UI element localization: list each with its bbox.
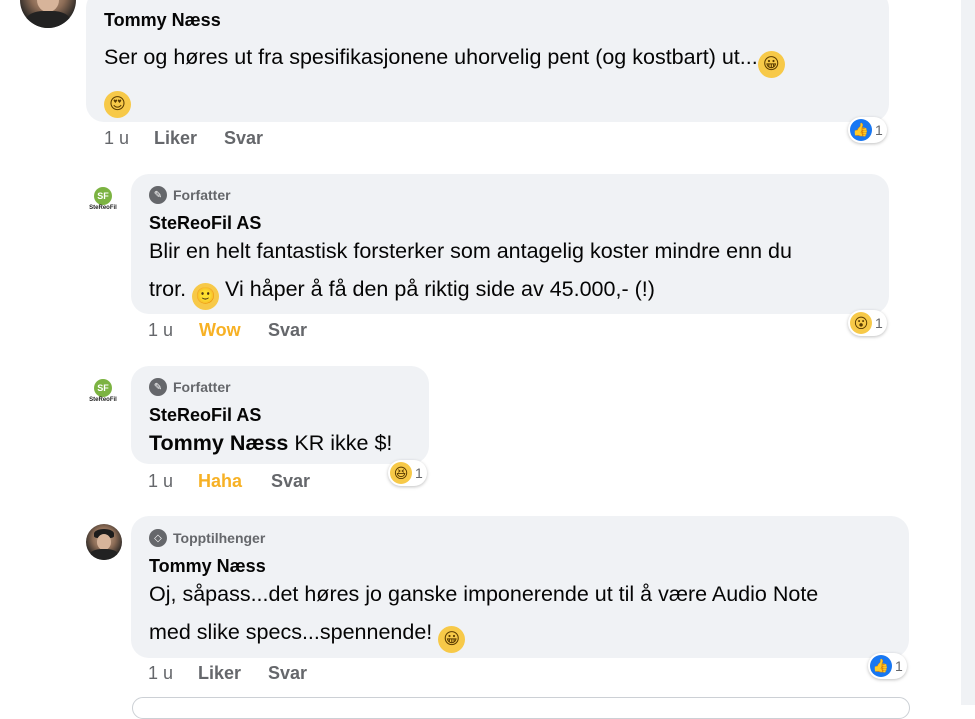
reaction-button[interactable]: Haha	[198, 471, 242, 492]
page-edge-strip	[961, 0, 975, 705]
reply-button[interactable]: Svar	[268, 320, 307, 341]
reaction-summary[interactable]: 😮 1	[848, 310, 887, 336]
avatar[interactable]	[86, 524, 122, 560]
pencil-icon: ✎	[149, 378, 167, 396]
like-icon: 👍	[850, 119, 872, 141]
logo-text: SteReoFil	[89, 397, 117, 403]
reaction-count: 1	[415, 465, 423, 481]
comment-text-line: tror. 🙂 Vi håper å få den på riktig side…	[149, 270, 655, 310]
reaction-count: 1	[875, 122, 883, 138]
comment-time[interactable]: 1 u	[148, 663, 173, 684]
author-badge: ✎ Forfatter	[149, 378, 231, 396]
mention-link[interactable]: Tommy Næss	[149, 431, 288, 455]
comment-bubble: Tommy Næss Ser og høres ut fra spesifika…	[86, 0, 889, 122]
badge-label: Topptilhenger	[173, 530, 266, 546]
comment-author[interactable]: Tommy Næss	[104, 10, 221, 31]
comment-text-line: Ser og høres ut fra spesifikasjonene uho…	[104, 45, 758, 69]
author-badge: ✎ Forfatter	[149, 186, 231, 204]
comment-text-fragment: Vi håper å få den på riktig side av 45.0…	[225, 277, 655, 301]
reply-input-box[interactable]	[132, 697, 910, 719]
stereofil-logo-icon: SF	[94, 379, 112, 397]
comment-text-line2: 😍	[104, 78, 131, 118]
badge-label: Forfatter	[173, 187, 231, 203]
reaction-button[interactable]: Wow	[199, 320, 241, 341]
avatar[interactable]	[20, 0, 76, 28]
comment-time[interactable]: 1 u	[148, 471, 173, 492]
avatar[interactable]: SF SteReoFil	[86, 183, 120, 217]
grinning-emoji-icon: 😀	[438, 626, 466, 653]
wow-icon: 😮	[850, 312, 872, 334]
author-badge: ◇ Topptilhenger	[149, 529, 265, 547]
comment-bubble: ✎ Forfatter SteReoFil AS Tommy Næss KR i…	[131, 366, 429, 464]
diamond-icon: ◇	[149, 529, 167, 547]
haha-icon: 😆	[390, 462, 412, 484]
comment-text-fragment: med slike specs...spennende!	[149, 620, 433, 644]
reaction-summary[interactable]: 👍 1	[848, 117, 887, 143]
comment-author[interactable]: SteReoFil AS	[149, 405, 261, 426]
comment-text-line: Blir en helt fantastisk forsterker som a…	[149, 239, 792, 263]
comment-bubble: ◇ Topptilhenger Tommy Næss Oj, såpass...…	[131, 516, 909, 658]
reaction-count: 1	[875, 315, 883, 331]
comment-author[interactable]: Tommy Næss	[149, 556, 266, 577]
comment-author[interactable]: SteReoFil AS	[149, 213, 261, 234]
comment-text-fragment: tror.	[149, 277, 187, 301]
like-icon: 👍	[870, 655, 892, 677]
avatar[interactable]: SF SteReoFil	[86, 375, 120, 409]
reply-button[interactable]: Svar	[268, 663, 307, 684]
pencil-icon: ✎	[149, 186, 167, 204]
comment-time[interactable]: 1 u	[148, 320, 173, 341]
reaction-summary[interactable]: 👍 1	[868, 653, 907, 679]
stereofil-logo-icon: SF	[94, 187, 112, 205]
reaction-summary[interactable]: 😆 1	[388, 460, 427, 486]
heart-eyes-emoji-icon: 😍	[104, 91, 131, 118]
like-button[interactable]: Liker	[154, 128, 197, 149]
comment-time[interactable]: 1 u	[104, 128, 129, 149]
reaction-count: 1	[895, 658, 903, 674]
badge-label: Forfatter	[173, 379, 231, 395]
comment-text-line: med slike specs...spennende! 😀	[149, 613, 466, 653]
comment-text: Ser og høres ut fra spesifikasjonene uho…	[104, 38, 785, 78]
reply-button[interactable]: Svar	[271, 471, 310, 492]
comment-text: Tommy Næss KR ikke $!	[149, 424, 392, 462]
comment-text-fragment: KR ikke $!	[294, 431, 393, 455]
reply-button[interactable]: Svar	[224, 128, 263, 149]
comment-bubble: ✎ Forfatter SteReoFil AS Blir en helt fa…	[131, 174, 889, 314]
smile-emoji-icon: 🙂	[192, 283, 220, 310]
grinning-emoji-icon: 😀	[757, 51, 785, 78]
comment-text-line: Oj, såpass...det høres jo ganske imponer…	[149, 582, 819, 606]
logo-text: SteReoFil	[89, 205, 117, 211]
like-button[interactable]: Liker	[198, 663, 241, 684]
